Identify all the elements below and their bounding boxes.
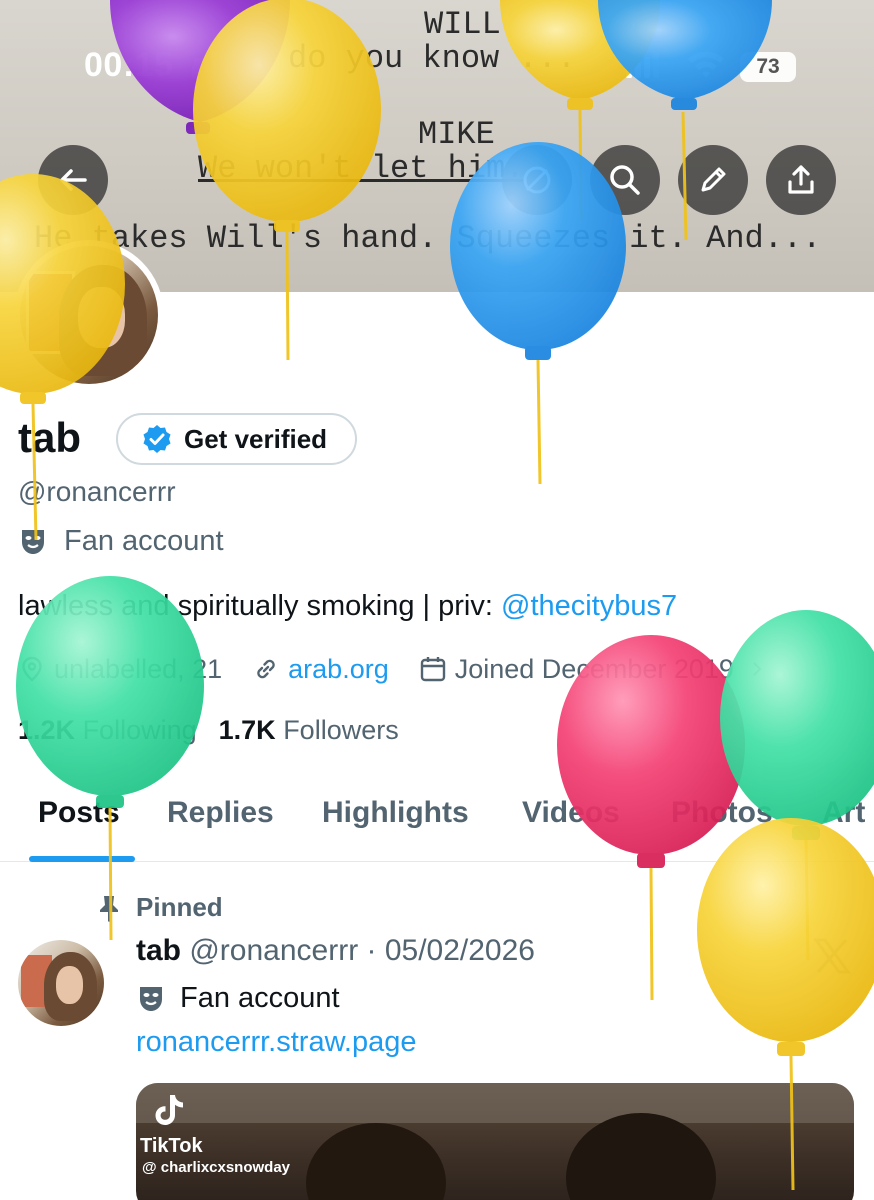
- link-icon: [257, 659, 275, 679]
- follow-stats: 1.2K Following 1.7K Followers: [18, 715, 399, 746]
- search-button[interactable]: [590, 145, 660, 215]
- banner-script-line: MIKE: [418, 116, 495, 153]
- share-icon: [788, 165, 814, 194]
- post-avatar[interactable]: [18, 940, 104, 1026]
- pinned-indicator: Pinned: [96, 892, 223, 923]
- post-media-video[interactable]: TikTok @ charlixcxsnowday: [136, 1083, 854, 1200]
- post-category: Fan account: [138, 982, 340, 1015]
- get-verified-label: Get verified: [184, 423, 328, 454]
- profile-banner: WILL do you know ... MIKE We won't let h…: [0, 0, 874, 292]
- profile-handle: @ronancerrr: [18, 476, 176, 507]
- following-link[interactable]: 1.2K Following: [18, 715, 197, 746]
- search-icon: [610, 165, 640, 195]
- tab-art[interactable]: Art: [822, 796, 865, 830]
- following-count: 1.2K: [18, 715, 76, 745]
- active-tab-indicator: [29, 856, 135, 862]
- post-header: tab @ronancerrr · 05/02/2026: [136, 934, 535, 968]
- profile-category: Fan account: [20, 525, 224, 558]
- sleep-focus-icon: [192, 58, 232, 78]
- grok-button[interactable]: [502, 145, 572, 215]
- tab-videos[interactable]: Videos: [522, 796, 620, 830]
- profile-bio: lawless and spiritually smoking | priv: …: [18, 590, 677, 623]
- verified-badge-icon: [143, 425, 171, 453]
- profile-category-label: Fan account: [64, 525, 224, 557]
- profile-name: tab: [18, 414, 81, 461]
- website-item[interactable]: arab.org: [252, 654, 389, 685]
- theater-mask-icon: [22, 529, 44, 554]
- wifi-icon: [688, 51, 724, 78]
- share-button[interactable]: [766, 145, 836, 215]
- tab-posts[interactable]: Posts: [38, 796, 120, 830]
- post-author-meta: @ronancerrr · 05/02/2026: [189, 934, 535, 967]
- tiktok-watermark-user: @ charlixcxsnowday: [142, 1159, 291, 1176]
- no-pencil-icon: [523, 166, 551, 194]
- tiktok-watermark: TikTok: [140, 1135, 203, 1157]
- avatar-photo: [20, 246, 158, 384]
- balloon: [16, 576, 204, 941]
- x-logo-icon: [813, 938, 851, 974]
- get-verified-button[interactable]: Get verified: [116, 413, 358, 465]
- tab-replies[interactable]: Replies: [167, 796, 274, 830]
- followers-link[interactable]: 1.7K Followers: [219, 715, 399, 746]
- location-item: unlabelled, 21: [18, 654, 222, 685]
- tab-photos[interactable]: Photos: [671, 796, 773, 830]
- edit-button[interactable]: [678, 145, 748, 215]
- post-author-name[interactable]: tab: [136, 934, 181, 967]
- pinned-label: Pinned: [136, 892, 223, 922]
- website-link[interactable]: arab.org: [288, 654, 389, 685]
- status-time: 00:15: [84, 46, 174, 84]
- following-label: Following: [82, 715, 197, 745]
- back-arrow-icon: [60, 169, 87, 191]
- banner-script-line: He takes Will's hand. Squeezes it. And..…: [34, 220, 822, 257]
- followers-label: Followers: [283, 715, 399, 745]
- edit-icon: [701, 167, 726, 192]
- post-category-label: Fan account: [180, 982, 340, 1014]
- joined-item: Joined December 2019: [419, 654, 766, 685]
- bio-mention-link[interactable]: @thecitybus7: [501, 590, 677, 622]
- chevron-right-icon[interactable]: [748, 660, 766, 678]
- pin-icon: [100, 895, 118, 922]
- banner-script-line: We won't let him.: [198, 150, 525, 187]
- cellular-signal-icon: [626, 52, 659, 78]
- back-button[interactable]: [38, 145, 108, 215]
- tiktok-logo-icon: [155, 1095, 183, 1125]
- joined-label: Joined December 2019: [454, 653, 734, 684]
- profile-avatar[interactable]: [14, 240, 164, 390]
- battery-indicator: 73: [740, 52, 796, 82]
- calendar-icon: [420, 657, 445, 682]
- profile-tabs: Posts Replies Highlights Videos Photos A…: [0, 790, 874, 862]
- post-link[interactable]: ronancerrr.straw.page: [136, 1026, 416, 1059]
- bio-text: lawless and spiritually smoking | priv:: [18, 590, 501, 622]
- location-pin-icon: [22, 656, 42, 682]
- tab-highlights[interactable]: Highlights: [322, 796, 469, 830]
- location-label: unlabelled, 21: [54, 653, 223, 684]
- profile-meta: unlabelled, 21 arab.org Joined December …: [18, 650, 796, 688]
- status-bar: 00:15 73: [0, 38, 874, 94]
- theater-mask-icon: [140, 986, 162, 1011]
- followers-count: 1.7K: [218, 715, 276, 745]
